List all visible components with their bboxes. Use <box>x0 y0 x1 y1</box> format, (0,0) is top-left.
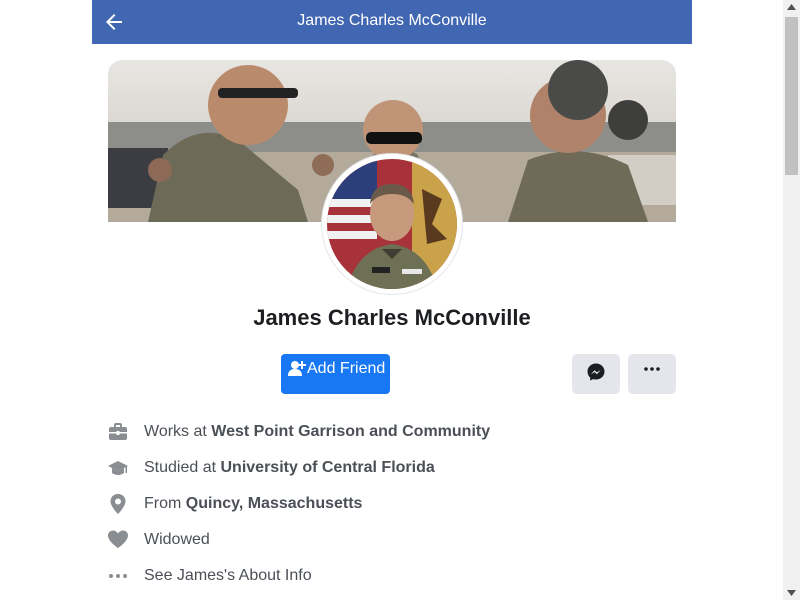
add-friend-icon <box>288 360 306 376</box>
profile-name: James Charles McConville <box>253 305 531 330</box>
heart-icon <box>108 530 128 550</box>
info-relationship: Widowed <box>108 524 676 560</box>
info-work-place[interactable]: West Point Garrison and Community <box>211 423 490 440</box>
top-bar: James Charles McConville <box>92 0 692 44</box>
info-see-about[interactable]: See James's About Info <box>108 560 676 596</box>
graduation-cap-icon <box>108 458 128 478</box>
more-options-button[interactable] <box>628 354 676 394</box>
info-hometown: From Quincy, Massachusetts <box>108 488 676 524</box>
more-dots-icon <box>108 566 128 586</box>
info-hometown-prefix: From <box>144 495 186 512</box>
info-education-school[interactable]: University of Central Florida <box>221 459 435 476</box>
scrollbar[interactable] <box>783 0 800 600</box>
add-friend-button[interactable]: Add Friend <box>281 354 390 394</box>
page-title: James Charles McConville <box>297 12 487 29</box>
more-dots-icon <box>644 367 660 371</box>
info-relationship-status: Widowed <box>144 531 210 548</box>
info-work-prefix: Works at <box>144 423 212 440</box>
info-work: Works at West Point Garrison and Communi… <box>108 416 676 452</box>
messenger-icon <box>587 363 605 381</box>
info-education-prefix: Studied at <box>144 459 221 476</box>
scroll-up-icon[interactable] <box>787 4 796 10</box>
see-about-info-link[interactable]: See James's About Info <box>144 567 312 584</box>
location-pin-icon <box>108 494 128 514</box>
scroll-down-icon[interactable] <box>787 590 796 596</box>
briefcase-icon <box>108 422 128 442</box>
avatar[interactable] <box>322 154 462 294</box>
info-education: Studied at University of Central Florida <box>108 452 676 488</box>
info-hometown-place[interactable]: Quincy, Massachusetts <box>186 495 363 512</box>
intro-info-list: Works at West Point Garrison and Communi… <box>108 416 676 596</box>
message-button[interactable] <box>572 354 620 394</box>
scrollbar-thumb[interactable] <box>785 17 798 175</box>
add-friend-label: Add Friend <box>307 360 386 377</box>
